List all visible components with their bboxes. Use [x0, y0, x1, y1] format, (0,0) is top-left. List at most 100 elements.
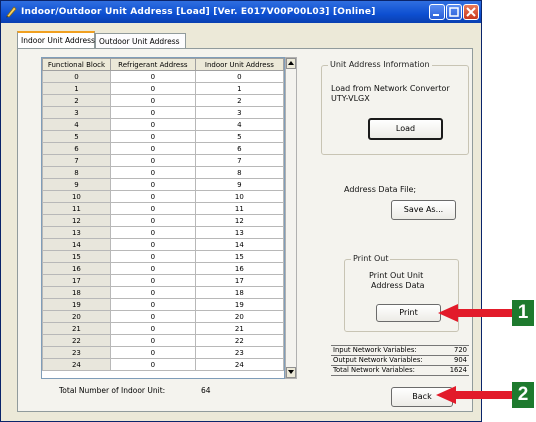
table-row[interactable]: 18 0 18 — [42, 286, 284, 299]
refrigerant-address-cell[interactable]: 0 — [109, 178, 196, 191]
functional-block-cell[interactable]: 3 — [42, 106, 111, 119]
table-row[interactable]: 24 0 24 — [42, 358, 284, 371]
refrigerant-address-cell[interactable]: 0 — [109, 262, 196, 275]
indoor-unit-address-cell[interactable]: 2 — [194, 94, 284, 107]
functional-block-cell[interactable]: 6 — [42, 142, 111, 155]
refrigerant-address-cell[interactable]: 0 — [109, 358, 196, 371]
table-row[interactable]: 000 — [42, 70, 284, 83]
table-row[interactable]: 505 — [42, 130, 284, 143]
refrigerant-address-cell[interactable]: 0 — [109, 154, 196, 167]
refrigerant-address-cell[interactable]: 0 — [109, 322, 196, 335]
functional-block-cell[interactable]: 20 — [42, 310, 111, 323]
functional-block-cell[interactable]: 16 — [42, 262, 111, 275]
table-row[interactable]: 17 0 17 — [42, 274, 284, 287]
indoor-unit-address-cell[interactable]: 5 — [194, 130, 284, 143]
close-button[interactable] — [463, 4, 479, 20]
refrigerant-address-cell[interactable]: 0 — [109, 274, 196, 287]
refrigerant-address-cell[interactable]: 0 — [109, 130, 196, 143]
refrigerant-address-cell[interactable]: 0 — [109, 190, 196, 203]
tab-outdoor-unit-address[interactable]: Outdoor Unit Address — [95, 33, 186, 49]
scroll-up-button[interactable] — [286, 58, 296, 69]
table-row[interactable]: 16 0 16 — [42, 262, 284, 275]
refrigerant-address-cell[interactable]: 0 — [109, 346, 196, 359]
indoor-unit-address-cell[interactable]: 19 — [194, 298, 284, 311]
indoor-unit-address-cell[interactable]: 15 — [194, 250, 284, 263]
functional-block-cell[interactable]: 8 — [42, 166, 111, 179]
save-as-button[interactable]: Save As... — [391, 200, 456, 220]
refrigerant-address-cell[interactable]: 0 — [109, 238, 196, 251]
functional-block-cell[interactable]: 18 — [42, 286, 111, 299]
functional-block-cell[interactable]: 14 — [42, 238, 111, 251]
indoor-unit-address-cell[interactable]: 7 — [194, 154, 284, 167]
functional-block-cell[interactable]: 19 — [42, 298, 111, 311]
refrigerant-address-cell[interactable]: 0 — [109, 298, 196, 311]
table-row[interactable]: 23 0 23 — [42, 346, 284, 359]
table-row[interactable]: 10 0 10 — [42, 190, 284, 203]
functional-block-cell[interactable]: 23 — [42, 346, 111, 359]
indoor-unit-address-cell[interactable]: 0 — [194, 70, 284, 83]
indoor-unit-address-cell[interactable]: 16 — [194, 262, 284, 275]
indoor-unit-address-cell[interactable]: 6 — [194, 142, 284, 155]
indoor-unit-address-cell[interactable]: 23 — [194, 346, 284, 359]
title-bar[interactable]: Indoor/Outdoor Unit Address [Load] [Ver.… — [1, 1, 481, 23]
refrigerant-address-cell[interactable]: 0 — [109, 94, 196, 107]
indoor-unit-address-cell[interactable]: 18 — [194, 286, 284, 299]
refrigerant-address-cell[interactable]: 0 — [109, 142, 196, 155]
column-header-functional-block[interactable]: Functional Block — [42, 58, 111, 71]
table-row[interactable]: 202 — [42, 94, 284, 107]
address-table[interactable]: Functional Block Refrigerant Address Ind… — [41, 57, 285, 379]
table-row[interactable]: 808 — [42, 166, 284, 179]
maximize-button[interactable] — [446, 4, 462, 20]
minimize-button[interactable] — [429, 4, 445, 20]
indoor-unit-address-cell[interactable]: 22 — [194, 334, 284, 347]
refrigerant-address-cell[interactable]: 0 — [109, 202, 196, 215]
refrigerant-address-cell[interactable]: 0 — [109, 166, 196, 179]
scroll-down-button[interactable] — [286, 367, 296, 378]
refrigerant-address-cell[interactable]: 0 — [109, 214, 196, 227]
functional-block-cell[interactable]: 12 — [42, 214, 111, 227]
functional-block-cell[interactable]: 15 — [42, 250, 111, 263]
table-scrollbar[interactable] — [285, 57, 297, 379]
table-row[interactable]: 101 — [42, 82, 284, 95]
indoor-unit-address-cell[interactable]: 24 — [194, 358, 284, 371]
table-row[interactable]: 404 — [42, 118, 284, 131]
table-row[interactable]: 606 — [42, 142, 284, 155]
indoor-unit-address-cell[interactable]: 21 — [194, 322, 284, 335]
functional-block-cell[interactable]: 10 — [42, 190, 111, 203]
table-row[interactable]: 13 0 13 — [42, 226, 284, 239]
table-row[interactable]: 303 — [42, 106, 284, 119]
functional-block-cell[interactable]: 22 — [42, 334, 111, 347]
table-row[interactable]: 909 — [42, 178, 284, 191]
column-header-refrigerant-address[interactable]: Refrigerant Address — [109, 58, 196, 71]
indoor-unit-address-cell[interactable]: 11 — [194, 202, 284, 215]
refrigerant-address-cell[interactable]: 0 — [109, 334, 196, 347]
refrigerant-address-cell[interactable]: 0 — [109, 70, 196, 83]
functional-block-cell[interactable]: 2 — [42, 94, 111, 107]
indoor-unit-address-cell[interactable]: 20 — [194, 310, 284, 323]
indoor-unit-address-cell[interactable]: 13 — [194, 226, 284, 239]
refrigerant-address-cell[interactable]: 0 — [109, 106, 196, 119]
functional-block-cell[interactable]: 5 — [42, 130, 111, 143]
functional-block-cell[interactable]: 1 — [42, 82, 111, 95]
indoor-unit-address-cell[interactable]: 9 — [194, 178, 284, 191]
indoor-unit-address-cell[interactable]: 1 — [194, 82, 284, 95]
print-button[interactable]: Print — [376, 304, 441, 322]
table-row[interactable]: 14 0 14 — [42, 238, 284, 251]
indoor-unit-address-cell[interactable]: 10 — [194, 190, 284, 203]
table-row[interactable]: 22 0 22 — [42, 334, 284, 347]
refrigerant-address-cell[interactable]: 0 — [109, 226, 196, 239]
indoor-unit-address-cell[interactable]: 14 — [194, 238, 284, 251]
refrigerant-address-cell[interactable]: 0 — [109, 118, 196, 131]
table-row[interactable]: 19 0 19 — [42, 298, 284, 311]
table-row[interactable]: 15 0 15 — [42, 250, 284, 263]
refrigerant-address-cell[interactable]: 0 — [109, 82, 196, 95]
indoor-unit-address-cell[interactable]: 4 — [194, 118, 284, 131]
indoor-unit-address-cell[interactable]: 3 — [194, 106, 284, 119]
functional-block-cell[interactable]: 17 — [42, 274, 111, 287]
functional-block-cell[interactable]: 7 — [42, 154, 111, 167]
indoor-unit-address-cell[interactable]: 12 — [194, 214, 284, 227]
table-row[interactable]: 12 0 12 — [42, 214, 284, 227]
table-row[interactable]: 707 — [42, 154, 284, 167]
refrigerant-address-cell[interactable]: 0 — [109, 286, 196, 299]
table-row[interactable]: 21 0 21 — [42, 322, 284, 335]
